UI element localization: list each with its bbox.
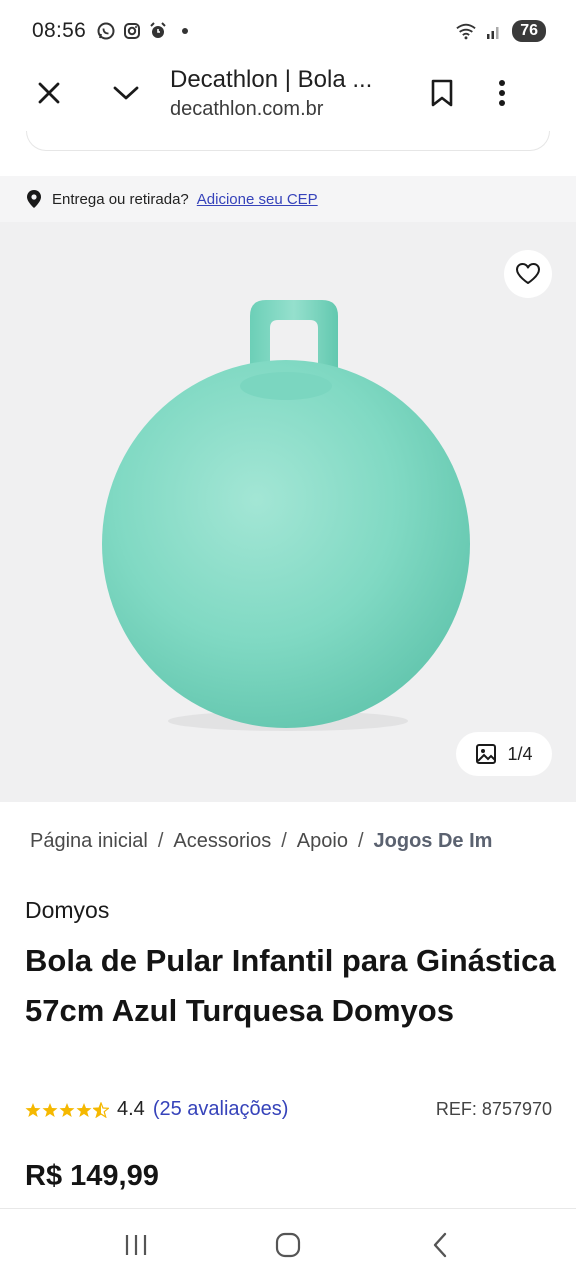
product-photo-hopper-ball [102,300,470,731]
rating-row: 4.4 (25 avaliações) REF: 8757970 [25,1098,552,1121]
breadcrumb-item-home[interactable]: Página inicial [30,830,148,852]
chevron-down-icon [113,86,139,100]
bookmark-button[interactable] [420,71,464,115]
instagram-icon [122,21,142,41]
page-url: decathlon.com.br [170,97,324,120]
signal-icon [484,21,504,41]
system-navigation-bar [0,1208,576,1280]
delivery-bar: Entrega ou retirada? Adicione seu CEP [0,176,576,222]
breadcrumb: Página inicial / Acessorios / Apoio / Jogos De… [30,830,576,853]
rating-value: 4.4 [117,1098,145,1120]
star-icon [76,1102,92,1118]
status-bar: 08:56 76 [0,0,576,62]
star-half-icon [93,1101,109,1118]
expand-button[interactable] [104,71,148,115]
back-button[interactable] [415,1220,465,1270]
back-icon [433,1232,447,1257]
location-pin-icon [27,190,41,208]
page-title-area[interactable]: Decathlon | Bola ... decathlon.com.br [170,66,410,121]
add-cep-link[interactable]: Adicione seu CEP [197,191,318,208]
heart-icon [516,263,540,284]
breadcrumb-item-current: Jogos De Im [373,830,493,852]
reviews-link[interactable]: (25 avaliações) [153,1098,289,1121]
breadcrumb-item-apoio[interactable]: Apoio [297,830,348,852]
product-image-gallery[interactable]: 1/4 [0,222,576,802]
breadcrumb-separator: / [281,830,287,852]
more-vertical-icon [499,80,505,106]
battery-indicator: 76 [512,20,546,42]
wishlist-button[interactable] [504,250,552,298]
status-more-dot [182,28,189,34]
status-system-icons: 76 [456,20,546,42]
gallery-count: 1/4 [507,743,533,764]
alarm-icon [148,21,168,41]
recents-icon [125,1234,147,1255]
search-bar-remnant[interactable] [26,131,550,151]
product-price: R$ 149,99 [25,1160,159,1192]
bookmark-icon [431,79,453,107]
product-title: Bola de Pular Infantil para Ginástica 57… [25,943,556,1028]
wifi-icon [456,21,476,41]
rating-stars [25,1101,109,1118]
gallery-counter[interactable]: 1/4 [456,732,552,776]
page-title: Decathlon | Bola ... [170,65,373,93]
status-notification-icons [96,21,189,41]
more-options-button[interactable] [480,71,524,115]
image-icon [476,744,497,764]
star-icon [42,1102,58,1118]
close-icon [38,82,60,104]
close-tab-button[interactable] [27,71,71,115]
home-button[interactable] [263,1220,313,1270]
star-icon [25,1102,41,1118]
breadcrumb-separator: / [357,830,364,852]
delivery-label: Entrega ou retirada? [52,190,189,208]
recents-button[interactable] [111,1220,161,1270]
star-icon [59,1102,75,1118]
breadcrumb-separator: / [157,830,164,852]
breadcrumb-item-acessorios[interactable]: Acessorios [173,830,271,852]
whatsapp-icon [96,21,116,41]
product-ref: REF: 8757970 [435,1099,552,1119]
product-brand[interactable]: Domyos [25,897,109,924]
status-time: 08:56 [32,19,87,42]
browser-toolbar: Decathlon | Bola ... decathlon.com.br [0,55,576,131]
home-icon [275,1232,301,1257]
